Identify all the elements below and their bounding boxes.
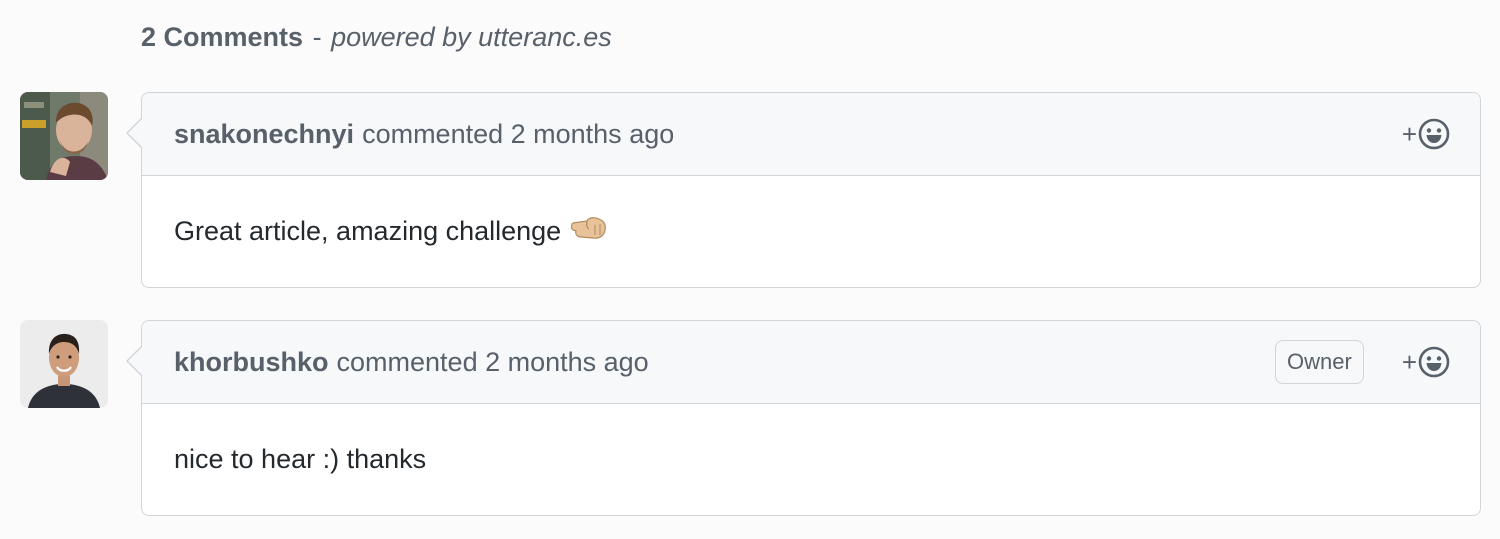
- smiley-icon: [1418, 346, 1450, 378]
- comment-text: Great article, amazing challenge: [174, 215, 562, 246]
- smiley-icon: [1418, 118, 1450, 150]
- comment-author[interactable]: khorbushko: [174, 347, 329, 378]
- avatar[interactable]: [20, 92, 108, 180]
- comment-timestamp[interactable]: commented 2 months ago: [337, 347, 649, 378]
- header-separator: -: [312, 22, 322, 52]
- comments-widget: 2 Comments - powered by utteranc.es snak…: [0, 0, 1500, 539]
- powered-by-label: powered by utteranc.es: [331, 22, 612, 52]
- comment-author[interactable]: snakonechnyi: [174, 119, 354, 150]
- comment-body: Great article, amazing challenge: [142, 176, 1480, 286]
- add-reaction-button[interactable]: +: [1402, 346, 1450, 378]
- comment-bubble: snakonechnyi commented 2 months ago + Gr…: [126, 92, 1481, 288]
- plus-icon: +: [1401, 118, 1417, 149]
- avatar[interactable]: [20, 320, 108, 408]
- comment-body: nice to hear :) thanks: [142, 404, 1480, 514]
- comment-header: snakonechnyi commented 2 months ago +: [142, 93, 1480, 176]
- fist-right-emoji: [571, 215, 607, 248]
- comment-header: khorbushko commented 2 months ago Owner …: [142, 321, 1480, 404]
- owner-badge: Owner: [1275, 340, 1364, 384]
- add-reaction-button[interactable]: +: [1402, 118, 1450, 150]
- comments-header: 2 Comments - powered by utteranc.es: [141, 22, 612, 53]
- comment-text: nice to hear :) thanks: [174, 443, 427, 474]
- plus-icon: +: [1401, 346, 1417, 377]
- comment-timestamp[interactable]: commented 2 months ago: [362, 119, 674, 150]
- comment-bubble: khorbushko commented 2 months ago Owner …: [126, 320, 1481, 516]
- comment-count: 2 Comments: [141, 22, 304, 52]
